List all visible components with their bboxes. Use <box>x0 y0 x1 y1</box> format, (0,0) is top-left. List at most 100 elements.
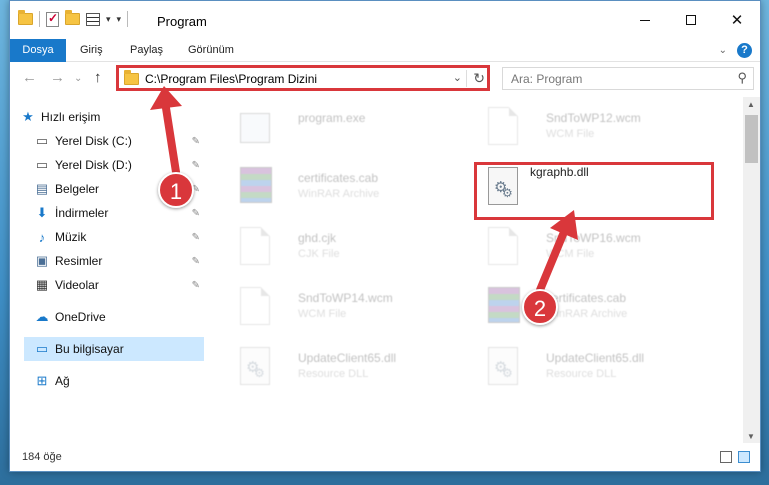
tab-file[interactable]: Dosya <box>10 39 66 62</box>
drive-icon: ▭ <box>35 157 49 172</box>
view-toggle <box>720 451 750 463</box>
file-name: SndToWP12.wcm <box>546 111 641 125</box>
properties-check-icon[interactable] <box>46 11 59 27</box>
sidebar-item-label: Belgeler <box>55 182 100 196</box>
folder-icon <box>18 10 33 25</box>
search-box[interactable]: Ara: Program ⚲ <box>502 67 754 90</box>
back-arrow-icon[interactable]: ← <box>22 69 37 86</box>
file-name: ghd.cjk <box>298 231 337 245</box>
file-type: Resource DLL <box>546 368 617 380</box>
recent-locations-icon[interactable]: ⌄ <box>74 73 82 84</box>
sidebar-item-label: Resimler <box>55 254 103 268</box>
window-controls: ✕ <box>622 1 760 39</box>
file-item[interactable]: SndToWP12.wcm WCM File <box>478 101 718 157</box>
winrar-icon <box>488 287 524 331</box>
document-icon <box>240 287 276 331</box>
cloud-icon: ☁ <box>35 309 49 324</box>
document-icon <box>240 227 276 271</box>
new-folder-icon[interactable] <box>65 10 80 25</box>
documents-icon: ▤ <box>35 181 49 196</box>
maximize-button[interactable] <box>668 1 714 39</box>
item-count: 184 öğe <box>22 451 62 463</box>
file-item[interactable]: ghd.cjk CJK File <box>230 221 470 277</box>
title-bar: ▾ ▾ Program ✕ <box>10 1 760 39</box>
up-arrow-icon[interactable]: ↑ <box>94 69 102 86</box>
sidebar-item-label: Ağ <box>55 374 70 388</box>
file-name: UpdateClient65.dll <box>546 351 645 365</box>
file-item[interactable]: SndToWP16.wcm WCM File <box>478 221 718 277</box>
customize-toolbar-icon[interactable]: ▾ <box>117 14 122 25</box>
tab-view[interactable]: Görünüm <box>176 39 246 62</box>
sidebar-item-music[interactable]: ♪ Müzik ✎ <box>34 225 204 249</box>
sidebar-item-this-pc[interactable]: ▭ Bu bilgisayar <box>24 337 204 361</box>
divider <box>127 11 129 27</box>
file-item[interactable]: SndToWP14.wcm WCM File <box>230 281 470 337</box>
sidebar-item-network[interactable]: ⊞ Ağ <box>34 369 204 393</box>
file-name: certificates.cab <box>298 171 379 185</box>
expand-ribbon-icon[interactable]: ⌄ <box>719 45 727 56</box>
pin-icon[interactable]: ✎ <box>192 280 200 291</box>
large-icons-view-icon[interactable] <box>738 451 750 463</box>
properties-icon[interactable] <box>86 12 100 26</box>
divider <box>39 11 40 27</box>
tab-home[interactable]: Giriş <box>68 39 115 62</box>
file-item[interactable]: program.exe <box>230 101 470 157</box>
tab-share[interactable]: Paylaş <box>118 39 175 62</box>
file-type: Resource DLL <box>298 368 369 380</box>
file-highlight-box <box>474 162 714 220</box>
search-placeholder[interactable]: Ara: Program <box>511 72 582 86</box>
file-type: CJK File <box>298 248 340 260</box>
drive-icon: ▭ <box>35 133 49 148</box>
file-item[interactable]: certificates.cab WinRAR Archive <box>230 161 470 217</box>
file-item[interactable]: ⚙ ⚙ UpdateClient65.dll Resource DLL <box>230 341 470 397</box>
details-view-icon[interactable] <box>720 451 732 463</box>
pin-icon[interactable]: ✎ <box>192 160 200 171</box>
ribbon-tabs: Dosya Giriş Paylaş Görünüm ⌄ ? <box>10 39 760 62</box>
file-item[interactable]: certificates.cab WinRAR Archive <box>478 281 718 337</box>
minimize-button[interactable] <box>622 1 668 39</box>
file-item[interactable]: ⚙ ⚙ UpdateClient65.dll Resource DLL <box>478 341 718 397</box>
vertical-scrollbar[interactable]: ▲ ▼ <box>743 97 760 444</box>
download-icon: ⬇ <box>36 205 48 220</box>
close-button[interactable]: ✕ <box>714 1 760 39</box>
minimize-icon <box>640 19 650 21</box>
ribbon-right: ⌄ ? <box>719 43 752 58</box>
file-name: UpdateClient65.dll <box>298 351 397 365</box>
sidebar-item-label: Yerel Disk (C:) <box>55 134 132 148</box>
pictures-icon: ▣ <box>35 253 49 268</box>
sidebar-item-pictures[interactable]: ▣ Resimler ✎ <box>34 249 204 273</box>
scroll-down-icon[interactable]: ▼ <box>747 432 755 441</box>
help-icon[interactable]: ? <box>737 43 752 58</box>
chevron-down-icon[interactable]: ▾ <box>106 14 111 25</box>
step-1-badge: 1 <box>158 172 194 208</box>
winrar-icon <box>240 167 276 211</box>
pin-icon[interactable]: ✎ <box>192 208 200 219</box>
search-icon: ⚲ <box>737 70 747 85</box>
computer-icon: ▭ <box>35 341 49 356</box>
file-type: WCM File <box>298 308 347 320</box>
music-icon: ♪ <box>38 229 46 245</box>
pin-icon[interactable]: ✎ <box>192 256 200 267</box>
file-type: WCM File <box>546 128 595 140</box>
pin-icon[interactable]: ✎ <box>192 232 200 243</box>
file-type: WinRAR Archive <box>546 308 628 320</box>
dll-gears-icon: ⚙ ⚙ <box>488 347 524 391</box>
maximize-icon <box>686 15 696 25</box>
sidebar-item-local-disk-c[interactable]: ▭ Yerel Disk (C:) ✎ <box>34 129 204 153</box>
navigation-pane: ★ Hızlı erişim ▭ Yerel Disk (C:) ✎ ▭ Yer… <box>10 97 206 444</box>
sidebar-item-onedrive[interactable]: ☁ OneDrive <box>34 305 204 329</box>
quick-access-toolbar: ▾ ▾ <box>18 10 129 27</box>
sidebar-item-label: Bu bilgisayar <box>55 342 124 356</box>
file-type: WCM File <box>546 248 595 260</box>
forward-arrow-icon[interactable]: → <box>50 69 65 86</box>
sidebar-item-videos[interactable]: ▦ Videolar ✎ <box>34 273 204 297</box>
network-icon: ⊞ <box>36 373 48 388</box>
scroll-up-icon[interactable]: ▲ <box>747 100 755 109</box>
star-icon: ★ <box>22 109 34 124</box>
sidebar-item-quick-access[interactable]: ★ Hızlı erişim <box>20 105 214 129</box>
video-icon: ▦ <box>35 277 49 292</box>
scrollbar-thumb[interactable] <box>745 115 758 163</box>
sidebar-item-label: Müzik <box>55 230 87 244</box>
document-icon <box>488 227 524 271</box>
pin-icon[interactable]: ✎ <box>192 136 200 147</box>
